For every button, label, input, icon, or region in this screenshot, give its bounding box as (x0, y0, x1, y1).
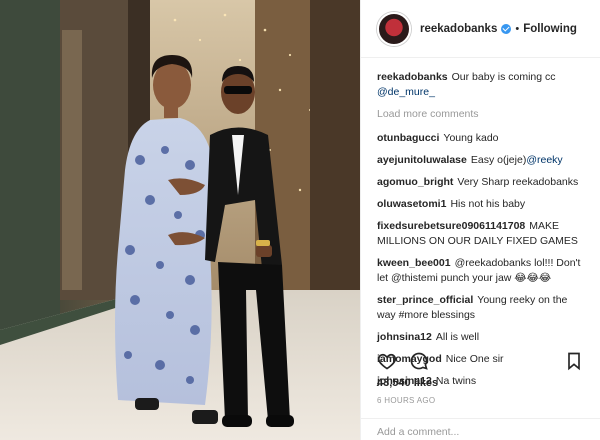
comment-item: ster_prince_official Young reeky on the w… (377, 293, 586, 323)
comment-text: Very Sharp reekadobanks (457, 176, 579, 188)
comment-text: Young kado (443, 132, 499, 144)
caption-mention[interactable]: @de_mure_ (377, 86, 435, 98)
following-button[interactable]: Following (523, 23, 577, 35)
post-sidebar: reekadobanks • Following reekadobanks Our… (360, 0, 600, 440)
comment-username[interactable]: kween_bee001 (377, 257, 451, 269)
bookmark-icon[interactable] (564, 351, 586, 373)
comment-item: fixedsurebetsure09061141708 MAKE MILLIONS… (377, 219, 586, 249)
caption: reekadobanks Our baby is coming cc @de_mu… (377, 70, 586, 100)
couple-photo-image (0, 0, 360, 440)
comment-username[interactable]: otunbagucci (377, 132, 439, 144)
comment-text: All is well (435, 331, 480, 343)
comment-username[interactable]: ayejunitoluwalase (377, 154, 467, 166)
comment-username[interactable]: agomuo_bright (377, 176, 453, 188)
post-actions (377, 350, 586, 374)
add-comment-input[interactable]: Add a comment... (361, 418, 600, 440)
caption-text: Our baby is coming cc (451, 71, 556, 83)
comment-item: johnsina12 All is well (377, 330, 586, 345)
comment-icon[interactable] (409, 351, 431, 373)
load-more-comments-link[interactable]: Load more comments (377, 107, 586, 122)
comment-item: oluwasetomi1 His not his baby (377, 197, 586, 212)
post-header: reekadobanks • Following (361, 0, 600, 58)
avatar[interactable] (377, 11, 411, 46)
comment-username[interactable]: ster_prince_official (377, 294, 473, 306)
comment-text: Na twins (435, 375, 477, 387)
post-photo[interactable] (0, 0, 360, 440)
verified-badge-icon (501, 23, 512, 34)
caption-username[interactable]: reekadobanks (377, 71, 448, 83)
comment-mention[interactable]: @reeky (526, 154, 562, 166)
comment-item: kween_bee001 @reekadobanks lol!!! Don't l… (377, 256, 586, 286)
comment-text: Easy o(jeje) (470, 154, 527, 166)
comment-text: His not his baby (450, 198, 526, 210)
header-separator: • (515, 22, 520, 35)
heart-icon[interactable] (377, 351, 399, 373)
comments-list: reekadobanks Our baby is coming cc @de_mu… (361, 58, 600, 389)
header-username[interactable]: reekadobanks (420, 23, 497, 35)
comment-item: agomuo_bright Very Sharp reekadobanks (377, 175, 586, 190)
comment-username[interactable]: fixedsurebetsure09061141708 (377, 220, 525, 232)
comment-item: otunbagucci Young kado (377, 131, 586, 146)
post-timestamp[interactable]: 6 hours ago (377, 396, 435, 405)
comment-username[interactable]: oluwasetomi1 (377, 198, 446, 210)
comment-item: ayejunitoluwalase Easy o(jeje)@reeky (377, 153, 586, 168)
likes-count[interactable]: 43,540 likes (377, 377, 438, 389)
comment-username[interactable]: johnsina12 (377, 331, 432, 343)
